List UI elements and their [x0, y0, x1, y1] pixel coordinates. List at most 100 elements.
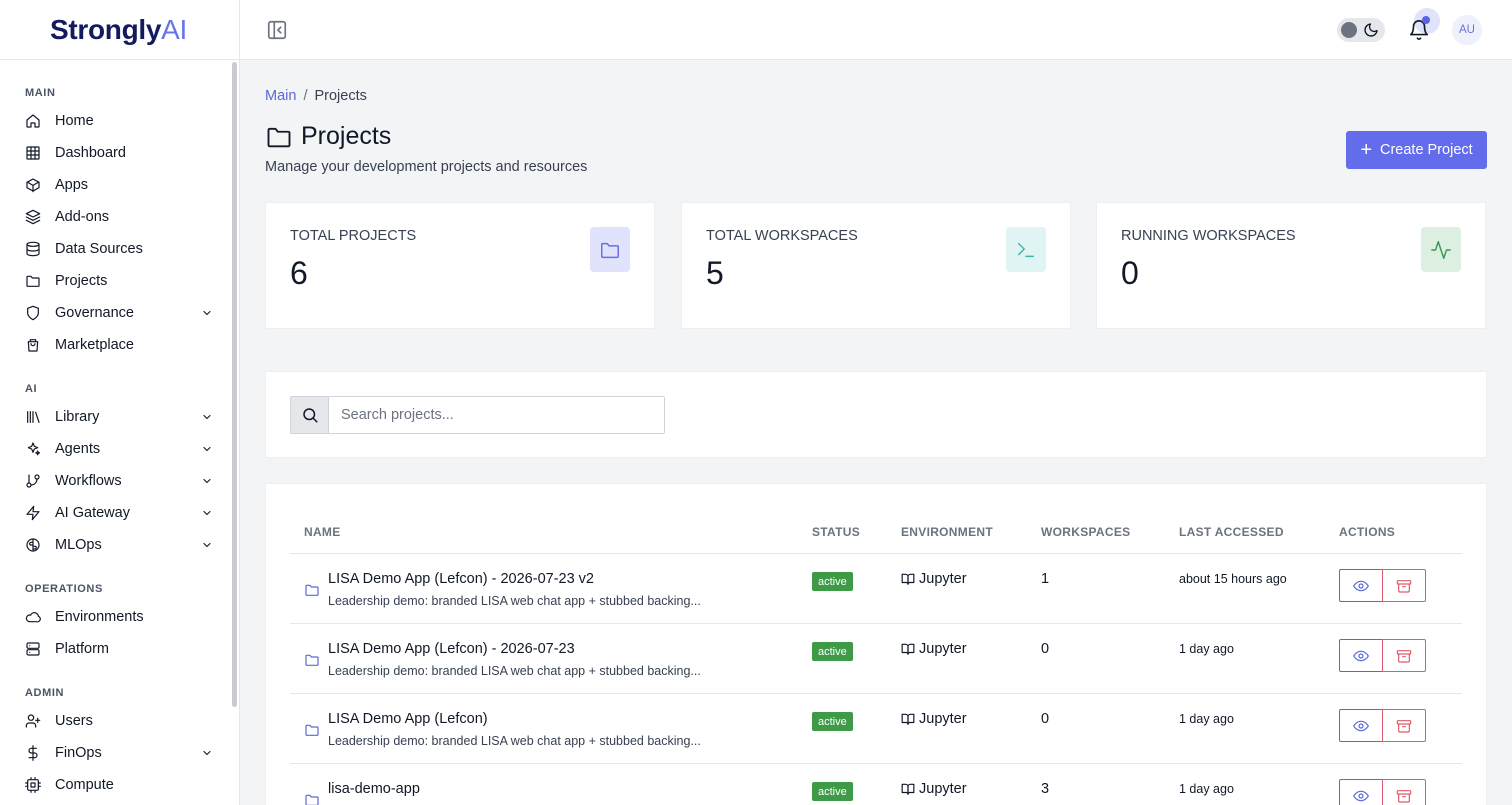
project-name[interactable]: LISA Demo App (Lefcon) - 2026-07-23 v2 — [328, 571, 594, 587]
sidebar-item-environments[interactable]: Environments — [25, 605, 215, 629]
search-input[interactable] — [329, 397, 664, 433]
sidebar-item-library[interactable]: Library — [25, 405, 215, 429]
sidebar-item-marketplace[interactable]: Marketplace — [25, 333, 215, 357]
eye-icon — [1353, 718, 1369, 734]
grid-icon — [25, 145, 41, 161]
sidebar-item-workflows[interactable]: Workflows — [25, 469, 215, 493]
status-badge: active — [812, 642, 853, 661]
chevron-down-icon[interactable] — [201, 307, 213, 319]
chevron-down-icon[interactable] — [201, 443, 213, 455]
book-icon — [901, 712, 919, 726]
user-plus-icon — [25, 713, 41, 729]
page-title-text: Projects — [301, 122, 392, 150]
search-box — [290, 396, 665, 434]
column-header-actions: ACTIONS — [1339, 525, 1396, 539]
brand-logo[interactable]: StronglyAI — [50, 14, 187, 46]
archive-button[interactable] — [1382, 569, 1426, 602]
sidebar-item-compute[interactable]: Compute — [25, 773, 215, 797]
sidebar-item-finops[interactable]: FinOps — [25, 741, 215, 765]
sidebar-item-label: Compute — [55, 777, 114, 793]
project-name[interactable]: LISA Demo App (Lefcon) — [328, 711, 488, 727]
sidebar-item-projects[interactable]: Projects — [25, 269, 215, 293]
sidebar-item-label: Users — [55, 713, 93, 729]
last-accessed: about 15 hours ago — [1179, 572, 1287, 586]
column-header-environment[interactable]: ENVIRONMENT — [901, 525, 993, 539]
project-description: Leadership demo: branded LISA web chat a… — [328, 664, 701, 678]
chevron-down-icon[interactable] — [201, 539, 213, 551]
book-icon — [901, 642, 919, 656]
topbar: AU — [240, 0, 1512, 60]
chevron-down-icon[interactable] — [201, 411, 213, 423]
sidebar-item-mlops[interactable]: MLOps — [25, 533, 215, 557]
sidebar-item-add-ons[interactable]: Add-ons — [25, 205, 215, 229]
view-button[interactable] — [1339, 709, 1383, 742]
project-name[interactable]: LISA Demo App (Lefcon) - 2026-07-23 — [328, 641, 575, 657]
chevron-down-icon[interactable] — [201, 747, 213, 759]
sidebar-item-users[interactable]: Users — [25, 709, 215, 733]
column-header-workspaces[interactable]: WORKSPACES — [1041, 525, 1130, 539]
archive-icon — [1396, 578, 1412, 594]
section-title-operations: OPERATIONS — [25, 583, 103, 595]
create-project-button[interactable]: + Create Project — [1346, 131, 1487, 169]
sidebar-item-label: Home — [55, 113, 94, 129]
folder-icon — [304, 652, 320, 668]
project-description: Leadership demo: branded LISA web chat a… — [328, 594, 701, 608]
status-badge: active — [812, 782, 853, 801]
sidebar-item-ai-gateway[interactable]: AI Gateway — [25, 501, 215, 525]
dollar-icon — [25, 745, 41, 761]
sidebar-item-dashboard[interactable]: Dashboard — [25, 141, 215, 165]
book-icon — [901, 782, 919, 796]
sidebar-item-label: Platform — [55, 641, 109, 657]
folder-icon — [304, 722, 320, 738]
view-button[interactable] — [1339, 639, 1383, 672]
sidebar-collapse-icon[interactable] — [266, 19, 288, 41]
breadcrumb-current: Projects — [314, 88, 367, 104]
sidebar-item-label: Environments — [55, 609, 144, 625]
view-button[interactable] — [1339, 779, 1383, 805]
sidebar-item-platform[interactable]: Platform — [25, 637, 215, 661]
sidebar-item-label: Apps — [55, 177, 89, 193]
stat-value: 5 — [706, 255, 724, 291]
column-header-last-accessed[interactable]: LAST ACCESSED — [1179, 525, 1284, 539]
table-row[interactable]: lisa-demo-app active Jupyter 3 1 day ago — [290, 764, 1462, 805]
breadcrumb-main-link[interactable]: Main — [265, 88, 296, 104]
view-button[interactable] — [1339, 569, 1383, 602]
archive-icon — [1396, 718, 1412, 734]
table-row[interactable]: LISA Demo App (Lefcon) - 2026-07-23 Leade… — [290, 624, 1462, 694]
archive-button[interactable] — [1382, 779, 1426, 805]
chevron-down-icon[interactable] — [201, 475, 213, 487]
archive-button[interactable] — [1382, 709, 1426, 742]
sidebar-item-data-sources[interactable]: Data Sources — [25, 237, 215, 261]
table-row[interactable]: LISA Demo App (Lefcon) Leadership demo: b… — [290, 694, 1462, 764]
chevron-down-icon[interactable] — [201, 507, 213, 519]
environment-cell: Jupyter — [901, 711, 967, 727]
toggle-knob — [1341, 22, 1357, 38]
table-row[interactable]: LISA Demo App (Lefcon) - 2026-07-23 v2 Le… — [290, 554, 1462, 624]
column-header-name[interactable]: NAME — [304, 525, 341, 539]
page-title: Projects — [265, 122, 391, 151]
status-badge: active — [812, 712, 853, 731]
sidebar-item-agents[interactable]: Agents — [25, 437, 215, 461]
avatar[interactable]: AU — [1452, 15, 1482, 45]
layers-icon — [25, 209, 41, 225]
stat-card-running-workspaces: RUNNING WORKSPACES 0 — [1096, 202, 1486, 329]
breadcrumb-separator: / — [303, 88, 308, 104]
sidebar-item-label: Library — [55, 409, 100, 425]
sidebar-item-governance[interactable]: Governance — [25, 301, 215, 325]
sidebar-item-home[interactable]: Home — [25, 109, 215, 133]
eye-icon — [1353, 578, 1369, 594]
home-icon — [25, 113, 41, 129]
column-header-status[interactable]: STATUS — [812, 525, 860, 539]
notification-dot — [1422, 16, 1430, 24]
environment-label: Jupyter — [919, 571, 967, 587]
theme-toggle[interactable] — [1337, 18, 1385, 42]
project-name[interactable]: lisa-demo-app — [328, 781, 420, 797]
stat-card-total-workspaces: TOTAL WORKSPACES 5 — [681, 202, 1071, 329]
brain-icon — [25, 537, 41, 553]
sidebar-scrollbar[interactable] — [232, 62, 237, 707]
section-title-admin: ADMIN — [25, 687, 65, 699]
sidebar-item-label: FinOps — [55, 745, 102, 761]
archive-button[interactable] — [1382, 639, 1426, 672]
last-accessed: 1 day ago — [1179, 782, 1234, 796]
sidebar-item-apps[interactable]: Apps — [25, 173, 215, 197]
